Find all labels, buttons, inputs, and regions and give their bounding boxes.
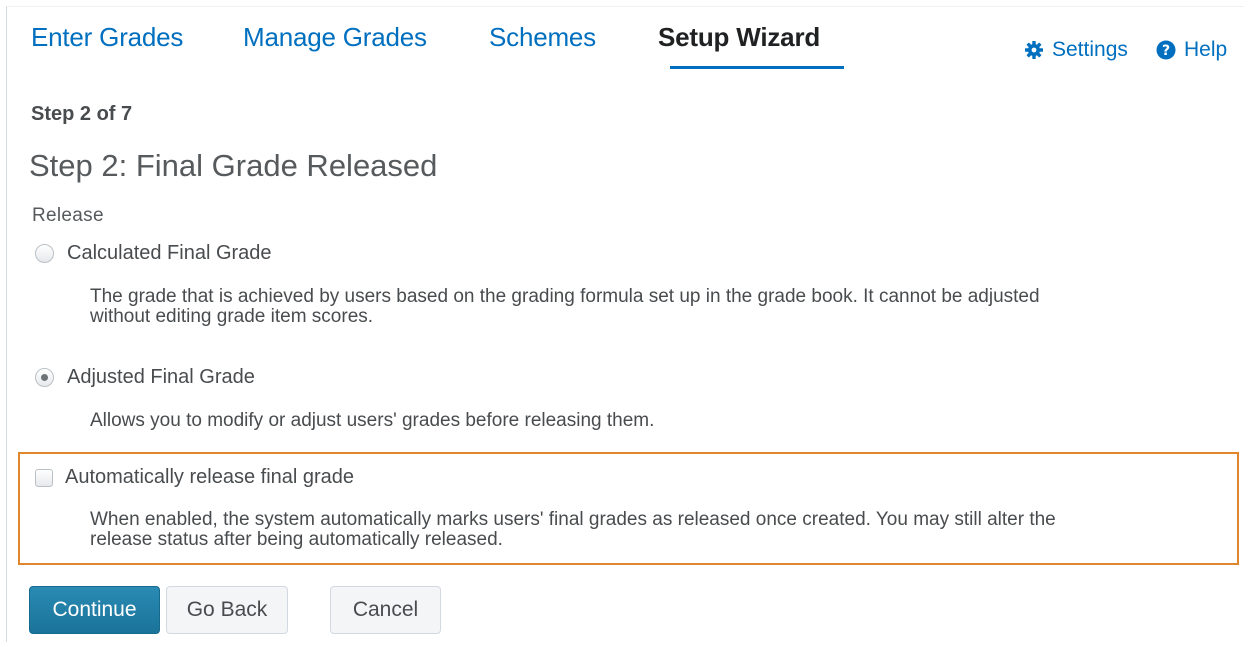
radio-selected-dot	[41, 374, 48, 381]
auto-release-label: Automatically release final grade	[65, 466, 355, 488]
settings-label: Settings	[1052, 38, 1128, 61]
calculated-final-grade-description: The grade that is achieved by users base…	[90, 287, 1225, 327]
svg-text:?: ?	[1162, 43, 1170, 59]
tab-schemes[interactable]: Schemes	[489, 22, 596, 53]
help-link[interactable]: ? Help	[1156, 38, 1227, 62]
tab-enter-grades[interactable]: Enter Grades	[31, 22, 183, 53]
go-back-button[interactable]: Go Back	[166, 586, 288, 634]
grades-tab-bar: Enter Grades Manage Grades Schemes Setup…	[0, 0, 1250, 80]
tab-manage-grades[interactable]: Manage Grades	[243, 22, 427, 53]
help-label: Help	[1184, 38, 1228, 61]
radio-adjusted-final-grade[interactable]: Adjusted Final Grade	[35, 366, 255, 389]
continue-button[interactable]: Continue	[29, 586, 160, 634]
page-title: Step 2: Final Grade Released	[29, 148, 438, 183]
active-tab-indicator	[670, 66, 844, 69]
settings-link[interactable]: Settings	[1024, 38, 1128, 62]
gear-icon	[1024, 40, 1044, 60]
auto-release-description: When enabled, the system automatically m…	[90, 510, 1225, 550]
radio-button[interactable]	[35, 244, 54, 263]
tab-setup-wizard[interactable]: Setup Wizard	[658, 22, 820, 53]
description-line: without editing grade item scores.	[90, 306, 374, 327]
option-label: Adjusted Final Grade	[67, 366, 255, 388]
step-counter: Step 2 of 7	[31, 103, 133, 125]
release-section-label: Release	[32, 205, 104, 226]
auto-release-checkbox[interactable]	[35, 468, 53, 487]
cancel-button[interactable]: Cancel	[330, 586, 441, 634]
radio-calculated-final-grade[interactable]: Calculated Final Grade	[35, 242, 272, 265]
adjusted-final-grade-description: Allows you to modify or adjust users' gr…	[90, 411, 1225, 431]
question-circle-icon: ?	[1156, 40, 1176, 60]
option-label: Calculated Final Grade	[67, 242, 272, 264]
description-line: The grade that is achieved by users base…	[90, 286, 1040, 307]
description-line: release status after being automatically…	[90, 529, 503, 550]
description-line: Allows you to modify or adjust users' gr…	[90, 410, 655, 431]
description-line: When enabled, the system automatically m…	[90, 509, 1056, 530]
auto-release-checkbox-row[interactable]: Automatically release final grade	[35, 466, 354, 489]
radio-button-selected[interactable]	[35, 368, 54, 387]
